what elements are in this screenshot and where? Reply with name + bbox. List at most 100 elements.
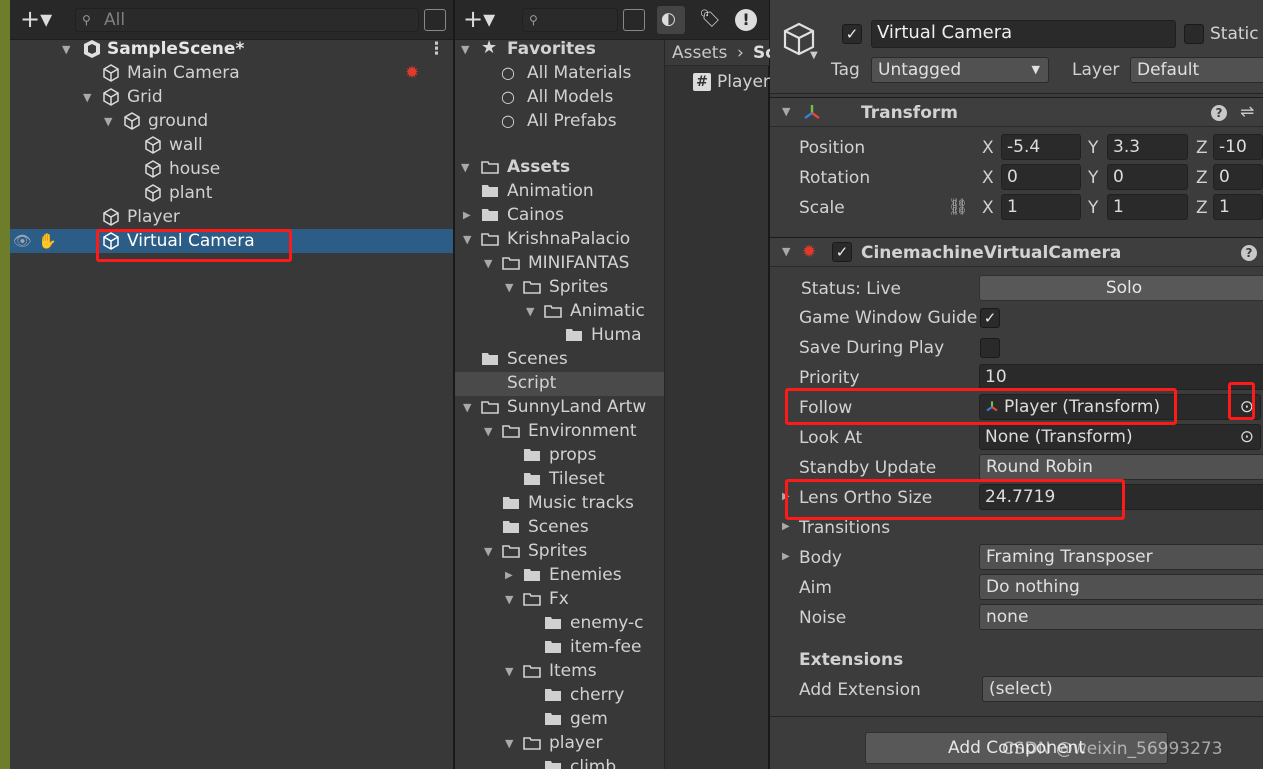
rotation-x-field[interactable]: 0: [1001, 164, 1081, 190]
project-tree-item[interactable]: Items: [549, 661, 597, 681]
hierarchy-search-input[interactable]: ⚲ All: [75, 8, 419, 32]
folder-expand-icon[interactable]: ▼: [505, 734, 513, 754]
favorite-item[interactable]: All Models: [527, 87, 613, 107]
folder-expand-icon[interactable]: ▼: [484, 254, 492, 274]
project-tree-item[interactable]: enemy-c: [570, 613, 644, 633]
tag-dropdown[interactable]: Untagged ▼: [871, 57, 1049, 83]
transitions-expand-icon[interactable]: ▶: [782, 517, 790, 537]
cinemachine-header[interactable]: ▼ ✹ ✓ CinemachineVirtualCamera ?: [770, 237, 1263, 267]
rotation-z-field[interactable]: 0: [1213, 164, 1263, 190]
active-checkbox[interactable]: ✓: [842, 24, 862, 44]
project-tree-item[interactable]: SunnyLand Artw: [507, 397, 646, 417]
project-tree-item[interactable]: Music tracks: [528, 493, 634, 513]
folder-expand-icon[interactable]: ▼: [463, 398, 471, 418]
project-tree-item[interactable]: Script: [507, 373, 556, 393]
scale-y-field[interactable]: 1: [1107, 194, 1188, 220]
hierarchy-item-plant[interactable]: plant: [169, 183, 212, 203]
project-tree-item[interactable]: Environment: [528, 421, 637, 441]
project-tree-item[interactable]: gem: [570, 709, 608, 729]
project-tree-item[interactable]: Sprites: [528, 541, 587, 561]
component-enabled-checkbox[interactable]: ✓: [832, 242, 852, 262]
project-tree-item[interactable]: Huma: [591, 325, 642, 345]
project-tree-item[interactable]: Enemies: [549, 565, 622, 585]
folder-expand-icon[interactable]: ▼: [505, 662, 513, 682]
hierarchy-item-grid[interactable]: Grid: [127, 87, 163, 107]
assets-label[interactable]: Assets: [507, 157, 570, 177]
body-dropdown[interactable]: Framing Transposer: [979, 544, 1263, 570]
cinemachine-expand-icon[interactable]: ▼: [782, 242, 790, 262]
project-tree-item[interactable]: Scenes: [528, 517, 589, 537]
warning-icon[interactable]: !: [735, 9, 757, 31]
project-tree-item[interactable]: Cainos: [507, 205, 564, 225]
project-tree-item[interactable]: KrishnaPalacio: [507, 229, 630, 249]
project-tree-item[interactable]: item-fee: [570, 637, 641, 657]
add-extension-dropdown[interactable]: (select): [982, 676, 1263, 702]
folder-expand-icon[interactable]: ▼: [484, 422, 492, 442]
add-icon[interactable]: +▾: [463, 7, 495, 31]
add-icon[interactable]: +▾: [20, 7, 52, 31]
icon-dropdown-icon[interactable]: ▼: [810, 46, 818, 66]
grid-expand-icon[interactable]: ▼: [83, 88, 91, 108]
position-y-field[interactable]: 3.3: [1107, 134, 1188, 160]
transform-header[interactable]: ▼ Transform ? ⇌: [770, 97, 1263, 127]
presets-icon[interactable]: ⇌: [1240, 102, 1254, 122]
aim-dropdown[interactable]: Do nothing: [979, 574, 1263, 600]
folder-expand-icon[interactable]: ▼: [463, 230, 471, 250]
scale-x-field[interactable]: 1: [1001, 194, 1081, 220]
pickable-hand-icon[interactable]: ✋: [38, 231, 57, 251]
project-search-input[interactable]: ⚲: [522, 8, 618, 32]
position-x-field[interactable]: -5.4: [1001, 134, 1081, 160]
project-file-player[interactable]: Player: [717, 72, 770, 92]
look-at-field[interactable]: None (Transform) ⊙: [979, 424, 1261, 450]
folder-expand-icon[interactable]: ▼: [505, 590, 513, 610]
transform-expand-icon[interactable]: ▼: [782, 102, 790, 122]
project-tree-item[interactable]: Scenes: [507, 349, 568, 369]
folder-expand-icon[interactable]: ▶: [463, 206, 471, 226]
project-tree-item[interactable]: Tileset: [549, 469, 605, 489]
project-tree-item[interactable]: cherry: [570, 685, 624, 705]
search-options-icon[interactable]: [424, 9, 446, 31]
layer-dropdown[interactable]: Default: [1130, 57, 1263, 83]
project-tree-item[interactable]: Animatic: [570, 301, 645, 321]
scene-menu-icon[interactable]: ⋮: [428, 39, 445, 59]
favorite-item[interactable]: All Materials: [527, 63, 631, 83]
object-name-field[interactable]: Virtual Camera: [871, 20, 1176, 48]
priority-field[interactable]: 10: [979, 364, 1263, 390]
folder-expand-icon[interactable]: ▼: [484, 542, 492, 562]
favorites-label[interactable]: Favorites: [507, 39, 596, 59]
ground-expand-icon[interactable]: ▼: [104, 112, 112, 132]
project-tree-item[interactable]: MINIFANTAS: [528, 253, 629, 273]
folder-expand-icon[interactable]: ▶: [505, 566, 513, 586]
project-tree-item[interactable]: Sprites: [549, 277, 608, 297]
constrain-proportions-icon[interactable]: ⛓: [948, 197, 968, 217]
scene-expand-icon[interactable]: ▼: [62, 40, 70, 60]
help-icon[interactable]: ?: [1211, 105, 1227, 121]
solo-button[interactable]: Solo: [979, 275, 1263, 301]
project-tree-item[interactable]: props: [549, 445, 596, 465]
hierarchy-item-player[interactable]: Player: [127, 207, 180, 227]
noise-dropdown[interactable]: none: [979, 604, 1263, 630]
hierarchy-item-wall[interactable]: wall: [169, 135, 203, 155]
label-tag-icon[interactable]: 🏷: [699, 9, 721, 29]
hierarchy-item-ground[interactable]: ground: [148, 111, 208, 131]
help-icon[interactable]: ?: [1241, 245, 1257, 261]
save-during-play-checkbox[interactable]: [980, 338, 1000, 358]
project-tree-item[interactable]: Animation: [507, 181, 594, 201]
game-window-guides-checkbox[interactable]: ✓: [980, 308, 1000, 328]
project-tree-item[interactable]: climb: [570, 757, 616, 769]
rotation-y-field[interactable]: 0: [1107, 164, 1188, 190]
hierarchy-item-house[interactable]: house: [169, 159, 220, 179]
search-options-icon[interactable]: [623, 9, 645, 31]
hierarchy-item-main-camera[interactable]: Main Camera: [127, 63, 240, 83]
standby-update-dropdown[interactable]: Round Robin: [979, 454, 1263, 480]
static-checkbox[interactable]: [1184, 24, 1204, 44]
scale-z-field[interactable]: 1: [1213, 194, 1263, 220]
project-tree-item[interactable]: player: [549, 733, 602, 753]
folder-expand-icon[interactable]: ▼: [505, 278, 513, 298]
favorite-item[interactable]: All Prefabs: [527, 111, 617, 131]
folder-expand-icon[interactable]: ▼: [526, 302, 534, 322]
position-z-field[interactable]: -10: [1213, 134, 1263, 160]
scene-name[interactable]: SampleScene*: [107, 39, 244, 59]
body-expand-icon[interactable]: ▶: [782, 547, 790, 567]
assets-expand-icon[interactable]: ▼: [461, 158, 469, 178]
